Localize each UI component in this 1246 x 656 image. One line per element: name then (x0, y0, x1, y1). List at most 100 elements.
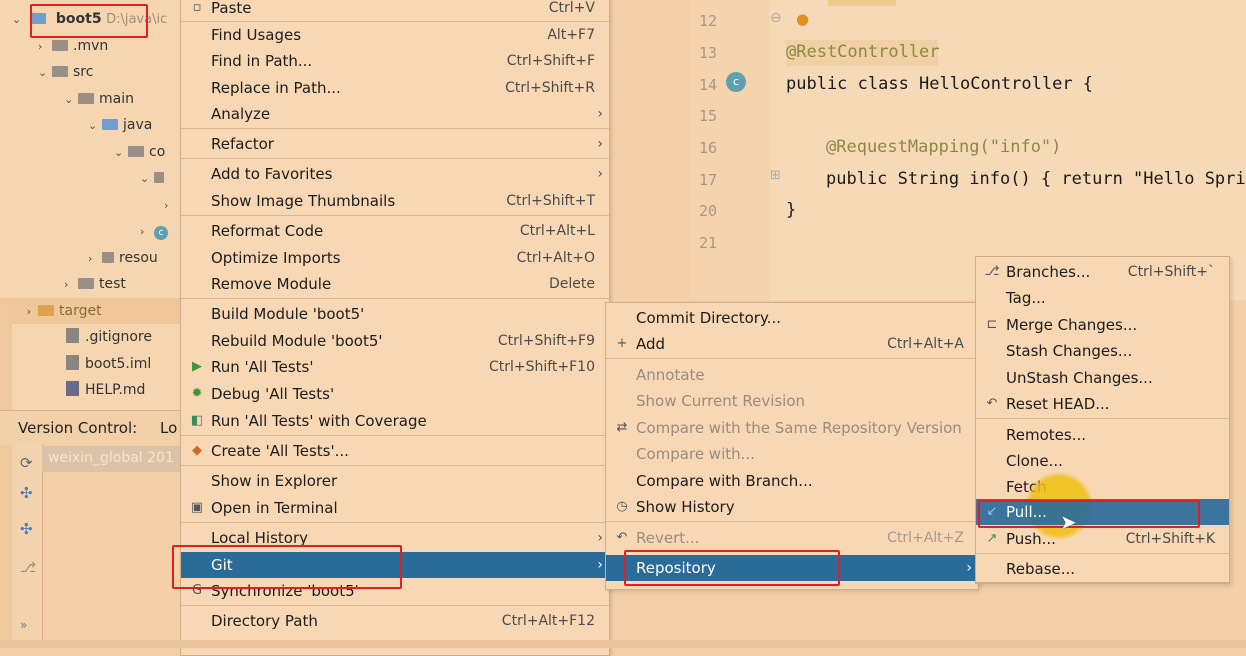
menu-item-analyze[interactable]: Analyze › (181, 101, 609, 127)
source-folder-icon (102, 119, 118, 130)
menu-item-tag[interactable]: Tag... (976, 285, 1229, 311)
line-number: 12 (698, 12, 717, 30)
menu-item-show-history[interactable]: ◷ Show History (606, 494, 978, 520)
terminal-icon: ▣ (190, 500, 204, 515)
tree-item-class[interactable]: › c (140, 218, 168, 244)
menu-item-find-usages[interactable]: Find Usages Alt+F7 (181, 22, 609, 48)
submenu-arrow-icon: › (597, 166, 603, 182)
tree-item-java[interactable]: ⌄ java (88, 112, 152, 138)
menu-item-run-all-tests[interactable]: ▶ Run 'All Tests' Ctrl+Shift+F10 (181, 354, 609, 380)
menu-item-paste[interactable]: ▫ Paste Ctrl+V (181, 0, 609, 21)
branch-icon[interactable]: ⎇ (20, 560, 36, 576)
menu-item-git[interactable]: Git › (181, 552, 609, 578)
menu-item-stash-changes[interactable]: Stash Changes... (976, 338, 1229, 364)
chevron-right-icon: › (38, 40, 43, 53)
menu-item-add-to-favorites[interactable]: Add to Favorites › (181, 161, 609, 187)
fold-expand-icon[interactable]: ⊞ (770, 168, 781, 183)
branch-icon: ⎇ (984, 264, 1000, 279)
pull-icon: ↙ (986, 504, 998, 519)
fold-icon[interactable]: ⊖ (770, 10, 782, 26)
menu-item-run-with-coverage[interactable]: ◧ Run 'All Tests' with Coverage (181, 408, 609, 434)
menu-item-pull[interactable]: ↙ Pull... (976, 499, 1229, 525)
clock-icon: ◷ (616, 499, 628, 514)
menu-item-reformat-code[interactable]: Reformat Code Ctrl+Alt+L (181, 218, 609, 244)
menu-item-branches[interactable]: ⎇ Branches... Ctrl+Shift+` (976, 259, 1229, 285)
menu-item-repository[interactable]: Repository › (606, 555, 978, 581)
menu-item-show-image-thumbnails[interactable]: Show Image Thumbnails Ctrl+Shift+T (181, 188, 609, 214)
tree-item-mvn[interactable]: › .mvn (38, 33, 108, 59)
menu-item-build-module[interactable]: Build Module 'boot5' (181, 301, 609, 327)
refresh-icon[interactable]: ⟳ (20, 454, 33, 472)
merge-icon: ⊏ (986, 317, 998, 332)
menu-item-annotate[interactable]: Annotate (606, 362, 978, 388)
menu-item-synchronize[interactable]: G Synchronize 'boot5' (181, 578, 609, 604)
menu-item-refactor[interactable]: Refactor › (181, 131, 609, 157)
expand-icon[interactable]: ✣ (20, 520, 33, 538)
menu-item-compare-with[interactable]: Compare with... (606, 441, 978, 467)
tree-item-subpackage[interactable]: ⌄ (140, 165, 169, 191)
create-test-icon: ◆ (192, 443, 202, 458)
push-icon: ↗ (986, 531, 998, 546)
folder-icon (78, 93, 94, 104)
folder-icon (52, 40, 68, 51)
menu-item-reset-head[interactable]: ↶ Reset HEAD... (976, 391, 1229, 417)
menu-item-rebuild-module[interactable]: Rebuild Module 'boot5' Ctrl+Shift+F9 (181, 328, 609, 354)
tree-item-help[interactable]: HELP.md (66, 377, 145, 403)
tree-item-collapsed[interactable]: › (164, 192, 178, 218)
menu-item-clone[interactable]: Clone... (976, 448, 1229, 474)
menu-item-revert[interactable]: ↶ Revert... Ctrl+Alt+Z (606, 525, 978, 551)
version-control-toolbar: ⟳ ✣ ✣ ⎇ » (14, 444, 43, 640)
menu-item-compare-same-repo[interactable]: ⇄ Compare with the Same Repository Versio… (606, 415, 978, 441)
menu-item-fetch[interactable]: Fetch (976, 474, 1229, 500)
code-line: @RequestMapping("info") (826, 137, 1062, 157)
menu-item-local-history[interactable]: Local History › (181, 525, 609, 551)
menu-item-merge-changes[interactable]: ⊏ Merge Changes... (976, 312, 1229, 338)
menu-item-rebase[interactable]: Rebase... (976, 556, 1229, 582)
tree-item-label: test (99, 276, 126, 292)
tree-item-iml[interactable]: boot5.iml (66, 351, 151, 377)
tree-item-test[interactable]: › test (64, 271, 126, 297)
tree-item-src[interactable]: ⌄ src (38, 59, 93, 85)
version-control-row[interactable]: weixin_global 201 (42, 446, 182, 472)
menu-item-optimize-imports[interactable]: Optimize Imports Ctrl+Alt+O (181, 245, 609, 271)
class-gutter-icon[interactable]: c (726, 70, 746, 92)
menu-item-unstash-changes[interactable]: UnStash Changes... (976, 365, 1229, 391)
menu-item-compare-with-branch[interactable]: Compare with Branch... (606, 468, 978, 494)
menu-item-create-all-tests[interactable]: ◆ Create 'All Tests'... (181, 438, 609, 464)
menu-item-find-in-path[interactable]: Find in Path... Ctrl+Shift+F (181, 48, 609, 74)
tree-root[interactable]: ⌄ boot5 D:\java\ic (12, 6, 167, 32)
code-line: public String info() { return "Hello Spr… (826, 169, 1246, 189)
menu-item-directory-path[interactable]: Directory Path Ctrl+Alt+F12 (181, 608, 609, 634)
submenu-arrow-icon: › (966, 560, 972, 576)
menu-item-open-in-terminal[interactable]: ▣ Open in Terminal (181, 495, 609, 521)
tree-item-main[interactable]: ⌄ main (64, 86, 134, 112)
menu-item-commit-directory[interactable]: Commit Directory... (606, 305, 978, 331)
menu-item-replace-in-path[interactable]: Replace in Path... Ctrl+Shift+R (181, 75, 609, 101)
menu-item-debug-all-tests[interactable]: ✹ Debug 'All Tests' (181, 381, 609, 407)
menu-item-show-in-explorer[interactable]: Show in Explorer (181, 468, 609, 494)
chevron-right-icon: › (140, 225, 145, 238)
more-icon[interactable]: » (20, 618, 27, 632)
debug-icon: ✹ (191, 386, 203, 401)
module-folder-icon (30, 13, 47, 24)
menu-item-show-current-revision[interactable]: Show Current Revision (606, 388, 978, 414)
tree-item-resources[interactable]: › resou (88, 245, 158, 271)
menu-item-remove-module[interactable]: Remove Module Delete (181, 271, 609, 297)
intention-bulb-icon[interactable]: ● (796, 10, 809, 28)
menu-item-add[interactable]: + Add Ctrl+Alt+A (606, 331, 978, 357)
tree-root-name: boot5 (55, 11, 102, 27)
tree-item-package[interactable]: ⌄ co (114, 139, 165, 165)
file-icon (66, 328, 79, 343)
menu-item-push[interactable]: ↗ Push... Ctrl+Shift+K (976, 526, 1229, 552)
tree-item-target[interactable]: › target (0, 298, 182, 324)
separator (606, 358, 978, 359)
reset-icon: ↶ (986, 396, 998, 411)
version-control-tab[interactable]: Lo (160, 419, 177, 437)
collapse-icon[interactable]: ✣ (20, 484, 33, 502)
version-control-title: Version Control: (18, 419, 138, 437)
chevron-down-icon[interactable]: ⌄ (12, 7, 26, 33)
menu-item-remotes[interactable]: Remotes... (976, 422, 1229, 448)
tree-item-label: src (73, 64, 94, 80)
chevron-down-icon: ⌄ (64, 93, 74, 106)
tree-item-gitignore[interactable]: .gitignore (66, 324, 152, 350)
